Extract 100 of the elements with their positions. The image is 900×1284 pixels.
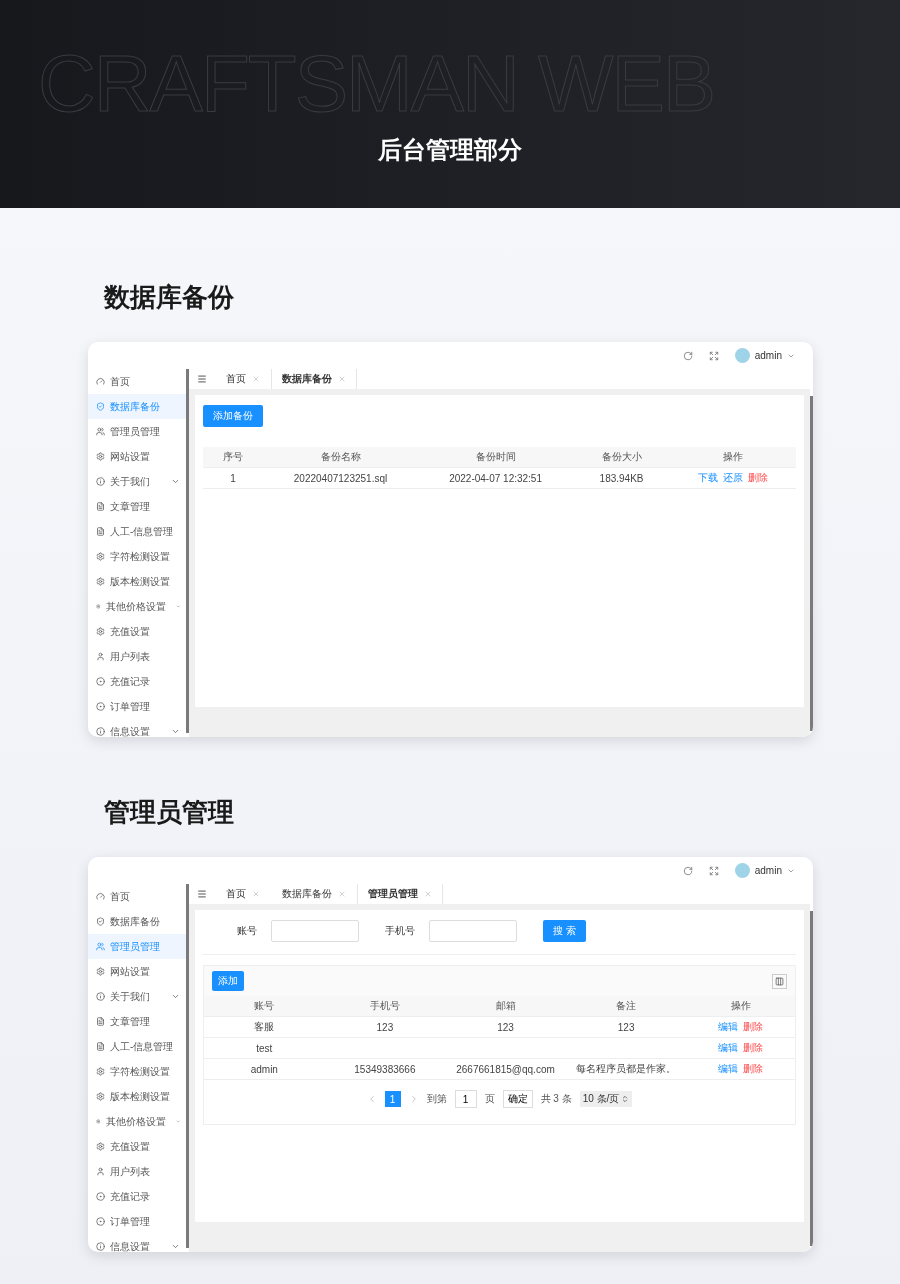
- sidebar-item[interactable]: 充值记录: [88, 1184, 186, 1209]
- gauge-icon: [96, 377, 105, 386]
- sidebar-item[interactable]: 人工-信息管理: [88, 1034, 186, 1059]
- input-field[interactable]: [271, 920, 359, 942]
- fullscreen-icon[interactable]: [708, 350, 719, 361]
- input-field[interactable]: [429, 920, 517, 942]
- total-count: 共 3 条: [540, 1092, 572, 1106]
- document-icon: [96, 527, 105, 536]
- table-cell: test: [204, 1038, 325, 1059]
- document-icon: [96, 1042, 105, 1051]
- sidebar-item[interactable]: 其他价格设置: [88, 594, 186, 619]
- section-heading: 数据库备份: [104, 281, 235, 314]
- column-header: 账号: [204, 996, 325, 1017]
- avatar[interactable]: [734, 863, 750, 878]
- info-icon: [96, 1242, 105, 1251]
- sidebar-item[interactable]: 网站设置: [88, 959, 186, 984]
- field-label: 账号: [237, 924, 257, 938]
- column-header: 操作: [670, 447, 796, 468]
- sidebar-item[interactable]: 文章管理: [88, 494, 186, 519]
- gear-icon: [96, 1092, 105, 1101]
- sidebar-item[interactable]: 关于我们: [88, 469, 186, 494]
- gear-icon: [96, 602, 101, 611]
- column-header: 手机号: [324, 996, 446, 1017]
- page-size-select[interactable]: 10 条/页: [579, 1091, 633, 1107]
- refresh-icon[interactable]: [682, 865, 693, 876]
- gear-icon: [96, 552, 105, 561]
- gear-icon: [96, 1142, 105, 1151]
- table-cell: 183.94KB: [573, 468, 670, 489]
- sidebar-item[interactable]: 数据库备份: [88, 909, 186, 934]
- user-icon: [96, 1167, 105, 1176]
- column-header: 备份大小: [573, 447, 670, 468]
- sidebar-item[interactable]: 用户列表: [88, 644, 186, 669]
- user-icon: [96, 652, 105, 661]
- column-header: 操作: [686, 996, 795, 1017]
- user-name[interactable]: admin: [754, 350, 782, 361]
- gear-icon: [96, 627, 105, 636]
- banner-title: 后台管理部分: [378, 135, 522, 165]
- sidebar-item[interactable]: 管理员管理: [88, 419, 186, 444]
- goto-label: 到第: [426, 1092, 447, 1106]
- info-icon: [96, 727, 105, 736]
- fullscreen-icon[interactable]: [708, 865, 719, 876]
- sidebar-item[interactable]: 字符检测设置: [88, 1059, 186, 1084]
- document-icon: [96, 502, 105, 511]
- gear-icon: [96, 967, 105, 976]
- dot-circle-icon: [96, 677, 105, 686]
- table-cell: 123: [324, 1017, 446, 1038]
- table-cell: 2022-04-07 12:32:51: [418, 468, 574, 489]
- sidebar-item[interactable]: 版本检测设置: [88, 569, 186, 594]
- gear-icon: [96, 577, 105, 586]
- sidebar-item[interactable]: 其他价格设置: [88, 1109, 186, 1134]
- sidebar-item[interactable]: 关于我们: [88, 984, 186, 1009]
- shield-icon: [96, 917, 105, 926]
- column-header: 邮箱: [445, 996, 566, 1017]
- close-icon[interactable]: [338, 375, 346, 383]
- page-input[interactable]: 1: [454, 1090, 477, 1108]
- dot-circle-icon: [96, 1217, 105, 1226]
- close-icon[interactable]: [252, 375, 260, 383]
- sidebar-item[interactable]: 信息设置: [88, 719, 186, 737]
- avatar[interactable]: [734, 348, 750, 363]
- sidebar-item[interactable]: 首页: [88, 884, 186, 909]
- tab[interactable]: 数据库备份: [271, 369, 357, 389]
- gear-icon: [96, 1067, 105, 1076]
- sidebar-item[interactable]: 网站设置: [88, 444, 186, 469]
- table-cell: 1: [203, 468, 263, 489]
- gear-icon: [96, 452, 105, 461]
- table-cell: 客服: [204, 1017, 325, 1038]
- sidebar-item[interactable]: 充值设置: [88, 1134, 186, 1159]
- users-icon: [96, 942, 105, 951]
- confirm-button[interactable]: 确定: [502, 1090, 533, 1108]
- page-unit: 页: [484, 1092, 495, 1106]
- column-header: 序号: [203, 447, 263, 468]
- sidebar-item[interactable]: 文章管理: [88, 1009, 186, 1034]
- user-name[interactable]: admin: [754, 865, 782, 876]
- dot-circle-icon: [96, 1192, 105, 1201]
- field-label: 手机号: [385, 924, 415, 938]
- table-cell: 123: [445, 1017, 566, 1038]
- refresh-icon[interactable]: [682, 350, 693, 361]
- users-icon: [96, 427, 105, 436]
- sidebar-item[interactable]: 订单管理: [88, 1209, 186, 1234]
- sidebar-item[interactable]: 充值记录: [88, 669, 186, 694]
- table-cell: 20220407123251.sql: [263, 468, 419, 489]
- sidebar-item[interactable]: 订单管理: [88, 694, 186, 719]
- column-header: 备份名称: [263, 447, 419, 468]
- close-icon[interactable]: [252, 890, 260, 898]
- sidebar-item[interactable]: 充值设置: [88, 619, 186, 644]
- sidebar-item[interactable]: 版本检测设置: [88, 1084, 186, 1109]
- dot-circle-icon: [96, 702, 105, 711]
- sidebar-item[interactable]: 字符检测设置: [88, 544, 186, 569]
- close-icon[interactable]: [338, 890, 346, 898]
- sidebar-item[interactable]: 用户列表: [88, 1159, 186, 1184]
- sidebar-item[interactable]: 人工-信息管理: [88, 519, 186, 544]
- info-icon: [96, 992, 105, 1001]
- columns-icon[interactable]: [772, 973, 787, 989]
- sidebar-item[interactable]: 首页: [88, 369, 186, 394]
- document-icon: [96, 1017, 105, 1026]
- gear-icon: [96, 1117, 101, 1126]
- tab[interactable]: 管理员管理: [357, 884, 443, 904]
- sidebar-item[interactable]: 信息设置: [88, 1234, 186, 1252]
- close-icon[interactable]: [424, 890, 432, 898]
- shield-icon: [96, 402, 105, 411]
